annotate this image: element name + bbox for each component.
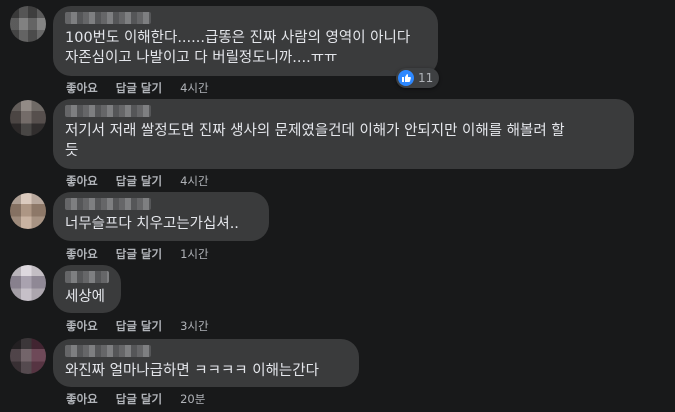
like-button[interactable]: 좋아요 bbox=[66, 173, 98, 189]
avatar[interactable] bbox=[10, 338, 46, 374]
comment-bubble: 세상에 bbox=[53, 265, 121, 313]
comment-text: 세상에 bbox=[65, 289, 106, 305]
author-name-redacted[interactable] bbox=[65, 345, 151, 357]
author-name-redacted[interactable] bbox=[65, 12, 151, 24]
timestamp[interactable]: 4시간 bbox=[180, 80, 208, 96]
reply-button[interactable]: 답글 달기 bbox=[116, 391, 162, 407]
comment-bubble: 너무슬프다 치우고는가십셔.. bbox=[53, 192, 269, 241]
author-name-redacted[interactable] bbox=[65, 198, 151, 210]
reply-button[interactable]: 답글 달기 bbox=[116, 318, 162, 334]
avatar[interactable] bbox=[10, 193, 46, 229]
comment-text: 100번도 이해한다......급똥은 진짜 사람의 영역이 아니다 자존심이고… bbox=[65, 30, 411, 66]
like-button[interactable]: 좋아요 bbox=[66, 80, 98, 96]
comment-bubble: 와진짜 얼마나급하면 ㅋㅋㅋㅋ 이해는간다 bbox=[53, 339, 359, 387]
avatar[interactable] bbox=[10, 6, 46, 42]
timestamp[interactable]: 4시간 bbox=[180, 173, 208, 189]
reaction-summary[interactable]: 11 bbox=[396, 68, 440, 88]
comment-actions: 좋아요 답글 달기 3시간 bbox=[66, 318, 227, 334]
like-button[interactable]: 좋아요 bbox=[66, 318, 98, 334]
thumbs-up-icon bbox=[398, 70, 414, 86]
author-name-redacted[interactable] bbox=[65, 271, 109, 283]
comment-text: 와진짜 얼마나급하면 ㅋㅋㅋㅋ 이해는간다 bbox=[65, 363, 319, 379]
comment-text: 저기서 저래 쌀정도면 진짜 생사의 문제였을건데 이해가 안되지만 이해를 해… bbox=[65, 123, 565, 159]
comment-actions: 좋아요 답글 달기 1시간 bbox=[66, 246, 227, 262]
reaction-count: 11 bbox=[418, 71, 434, 85]
comment-bubble: 100번도 이해한다......급똥은 진짜 사람의 영역이 아니다 자존심이고… bbox=[53, 6, 438, 76]
comment-actions: 좋아요 답글 달기 4시간 bbox=[66, 80, 227, 96]
timestamp[interactable]: 1시간 bbox=[180, 246, 208, 262]
timestamp[interactable]: 20분 bbox=[180, 391, 205, 407]
like-button[interactable]: 좋아요 bbox=[66, 391, 98, 407]
reply-button[interactable]: 답글 달기 bbox=[116, 80, 162, 96]
comment-text: 너무슬프다 치우고는가십셔.. bbox=[65, 216, 239, 232]
comment-actions: 좋아요 답글 달기 20분 bbox=[66, 391, 223, 407]
like-button[interactable]: 좋아요 bbox=[66, 246, 98, 262]
comment-bubble: 저기서 저래 쌀정도면 진짜 생사의 문제였을건데 이해가 안되지만 이해를 해… bbox=[53, 99, 634, 169]
reply-button[interactable]: 답글 달기 bbox=[116, 246, 162, 262]
author-name-redacted[interactable] bbox=[65, 105, 151, 117]
reply-button[interactable]: 답글 달기 bbox=[116, 173, 162, 189]
avatar[interactable] bbox=[10, 265, 46, 301]
timestamp[interactable]: 3시간 bbox=[180, 318, 208, 334]
comment-actions: 좋아요 답글 달기 4시간 bbox=[66, 173, 227, 189]
avatar[interactable] bbox=[10, 100, 46, 136]
